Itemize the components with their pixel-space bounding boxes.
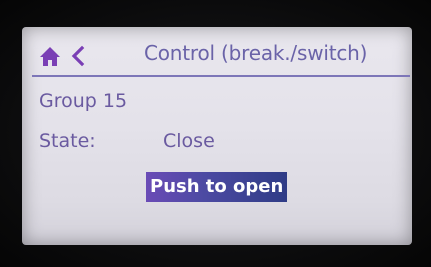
display-screen: Control (break./switch) Group 15 State: …	[22, 27, 412, 245]
state-value: Close	[163, 130, 215, 152]
push-to-open-button[interactable]: Push to open	[146, 172, 288, 202]
screen-header: Control (break./switch)	[22, 27, 412, 77]
chevron-left-icon[interactable]	[69, 45, 85, 67]
group-label: Group 15	[39, 90, 128, 112]
page-title: Control (break./switch)	[144, 41, 368, 65]
state-label: State:	[39, 130, 96, 152]
header-divider	[32, 75, 410, 77]
device-bezel: Control (break./switch) Group 15 State: …	[0, 0, 431, 267]
home-icon[interactable]	[39, 45, 61, 67]
